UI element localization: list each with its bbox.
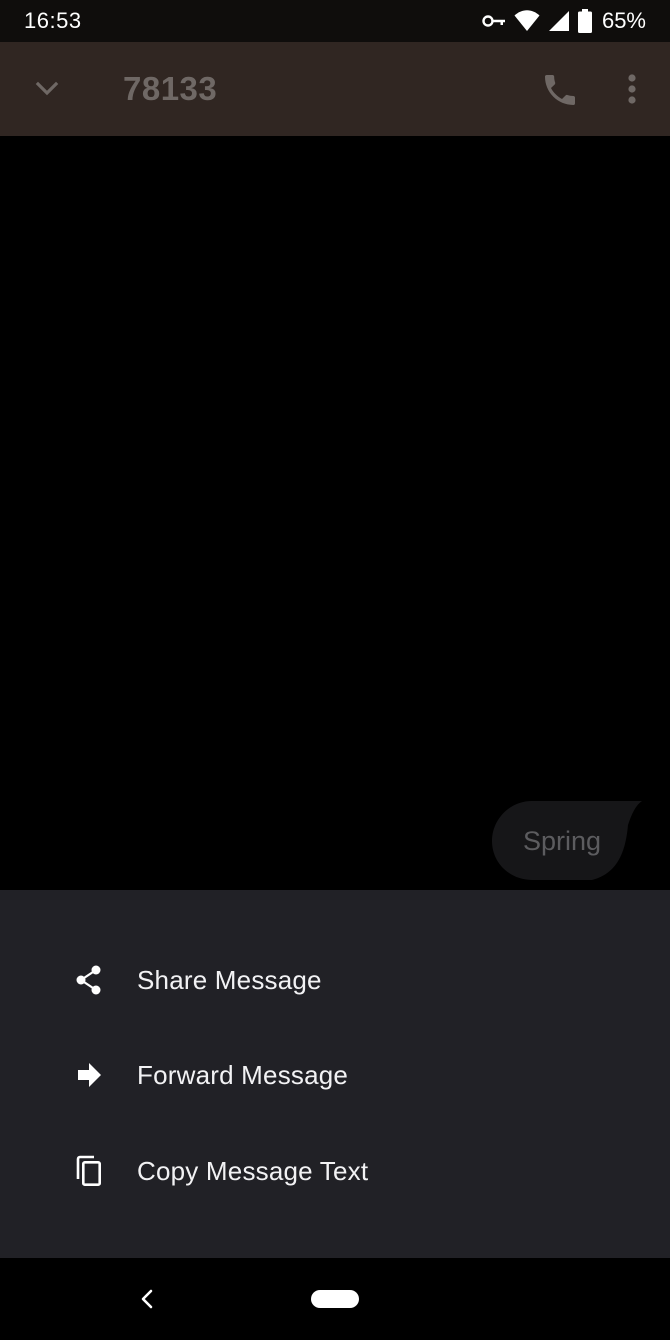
home-pill[interactable] [311,1290,359,1308]
screen: 16:53 65% 78133 Spring Share Message For… [0,0,670,1340]
share-message-option[interactable]: Share Message [0,940,670,1020]
battery-icon [577,9,592,33]
navigation-bar [0,1258,670,1340]
copy-message-text-option[interactable]: Copy Message Text [0,1131,670,1211]
conversation-toolbar: 78133 [0,42,670,136]
forward-message-option[interactable]: Forward Message [0,1035,670,1115]
share-message-label: Share Message [137,964,322,995]
share-icon [76,965,101,995]
message-options-sheet: Share Message Forward Message Copy Messa… [0,890,670,1258]
status-icons: 65% [482,8,646,34]
phone-icon[interactable] [540,70,580,110]
forward-message-label: Forward Message [137,1059,349,1090]
status-time: 16:53 [24,8,82,33]
copy-icon [76,1155,101,1186]
message-bubble[interactable]: Spring [492,801,646,881]
copy-message-text-label: Copy Message Text [137,1155,369,1186]
back-icon[interactable] [134,1284,160,1314]
cell-signal-icon [548,11,569,31]
chevron-down-icon[interactable] [30,72,64,106]
conversation-title: 78133 [123,70,218,107]
battery-percent: 65% [601,8,646,33]
wifi-icon [514,10,540,31]
message-text: Spring [523,826,602,856]
forward-icon [78,1063,101,1087]
more-vert-icon[interactable] [616,69,648,109]
vpn-key-icon [482,15,505,27]
status-bar: 16:53 65% [0,0,670,42]
message-list: Spring [0,136,670,890]
